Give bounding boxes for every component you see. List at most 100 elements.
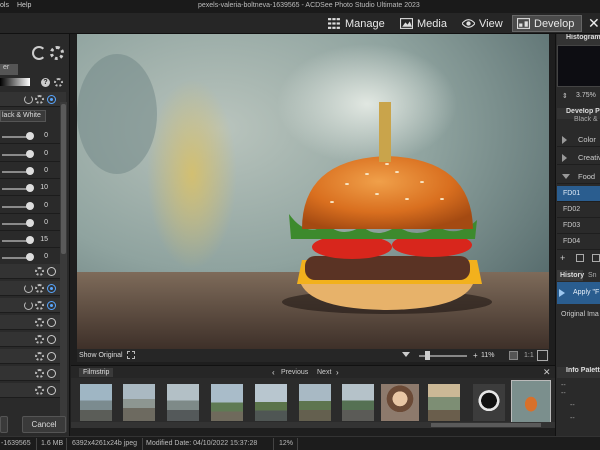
gear-icon[interactable] — [35, 352, 44, 361]
gear-icon[interactable] — [35, 335, 44, 344]
options-gear-icon[interactable] — [54, 78, 63, 87]
slider-value[interactable]: 0 — [34, 253, 48, 260]
black-white-preset-dropdown[interactable]: lack & White — [0, 110, 46, 122]
tab-left[interactable]: er — [0, 64, 18, 75]
toggle-icon[interactable] — [47, 369, 56, 378]
mode-manage-button[interactable]: Manage — [324, 15, 389, 32]
section-header-row[interactable] — [0, 92, 66, 107]
thumbnail[interactable] — [381, 384, 419, 421]
previous-arrow-icon[interactable]: ‹ — [272, 368, 275, 377]
slider-value[interactable]: 0 — [34, 150, 48, 157]
slider-value[interactable]: 0 — [34, 167, 48, 174]
slider-row[interactable]: 0 — [0, 147, 66, 162]
toggle-on-icon[interactable] — [47, 301, 56, 310]
thumbnail[interactable] — [299, 384, 331, 421]
thumbnail-selected[interactable] — [511, 380, 551, 424]
gear-icon[interactable] — [35, 284, 44, 293]
slider-row[interactable]: 0 — [0, 199, 66, 214]
next-button[interactable]: Next — [317, 369, 331, 376]
thumbnail[interactable] — [211, 384, 243, 421]
preset-fd02[interactable]: FD02 — [557, 202, 600, 218]
menu-tools[interactable]: ols — [0, 2, 9, 9]
slider-row[interactable]: 10 — [0, 181, 66, 196]
histogram-header[interactable]: Histogram — [557, 34, 600, 45]
main-image-view[interactable] — [77, 34, 549, 349]
slider-row[interactable]: 0 — [0, 250, 66, 265]
gear-icon[interactable] — [35, 369, 44, 378]
slider-knob[interactable] — [26, 253, 34, 261]
reset-icon[interactable] — [24, 284, 33, 293]
toggle-on-icon[interactable] — [47, 95, 56, 104]
fullscreen-icon[interactable] — [127, 351, 135, 359]
slider-value[interactable]: 10 — [34, 184, 48, 191]
done-button[interactable] — [0, 416, 8, 433]
history-original-item[interactable]: Original Ima — [561, 311, 599, 318]
filmstrip-scrollbar[interactable] — [71, 422, 555, 428]
toggle-on-icon[interactable] — [47, 284, 56, 293]
zoom-dropdown-icon[interactable] — [402, 352, 410, 357]
toggle-icon[interactable] — [47, 386, 56, 395]
mode-media-button[interactable]: Media — [396, 15, 451, 32]
gear-icon[interactable] — [35, 318, 44, 327]
thumbnail[interactable] — [428, 384, 460, 421]
thumbnail[interactable] — [255, 384, 287, 421]
toggle-icon[interactable] — [47, 335, 56, 344]
section-row[interactable] — [0, 349, 66, 364]
slider-row[interactable]: 0 — [0, 216, 66, 231]
gear-icon[interactable] — [35, 267, 44, 276]
section-row[interactable] — [0, 264, 66, 279]
scrollbar-thumb[interactable] — [431, 423, 541, 427]
slider-knob[interactable] — [26, 132, 34, 140]
export-preset-icon[interactable] — [592, 254, 600, 262]
toggle-icon[interactable] — [47, 267, 56, 276]
expand-arrow-icon[interactable] — [562, 154, 567, 162]
filmstrip-tab[interactable]: Filmstrip — [79, 368, 114, 377]
zoom-slider-knob[interactable] — [425, 351, 430, 360]
scrollbar-thumb[interactable] — [61, 104, 66, 254]
previous-button[interactable]: Previous — [281, 369, 308, 376]
menu-help[interactable]: Help — [17, 2, 31, 9]
tools-icon[interactable]: ✕ — [588, 16, 600, 30]
info-palette-header[interactable]: Info Palette — [557, 367, 600, 378]
thumbnail[interactable] — [473, 384, 505, 421]
section-row[interactable] — [0, 366, 66, 381]
slider-value[interactable]: 0 — [34, 132, 48, 139]
preset-category-food[interactable]: Food — [557, 169, 600, 184]
collapse-arrow-icon[interactable] — [562, 174, 570, 179]
gear-icon[interactable] — [35, 95, 44, 104]
preset-fd03[interactable]: FD03 — [557, 218, 600, 234]
next-arrow-icon[interactable]: › — [336, 368, 339, 377]
slider-row[interactable]: 0 — [0, 129, 66, 144]
show-original-button[interactable]: Show Original — [79, 352, 123, 359]
slider-row[interactable]: 15 — [0, 233, 66, 248]
expand-arrow-icon[interactable] — [562, 136, 567, 144]
slider-knob[interactable] — [26, 219, 34, 227]
slider-knob[interactable] — [26, 184, 34, 192]
thumbnail[interactable] — [167, 384, 199, 421]
tab-snapshots[interactable]: Sn — [586, 270, 600, 281]
preset-fd04[interactable]: FD04 — [557, 234, 600, 250]
close-icon[interactable]: ✕ — [543, 367, 551, 378]
section-row[interactable] — [0, 332, 66, 347]
preset-fd01[interactable]: FD01 — [557, 186, 600, 202]
slider-value[interactable]: 0 — [34, 219, 48, 226]
section-row[interactable] — [0, 315, 66, 330]
slider-knob[interactable] — [26, 150, 34, 158]
toggle-icon[interactable] — [47, 318, 56, 327]
preset-category-creative[interactable]: Creativ — [557, 150, 600, 165]
slider-knob[interactable] — [26, 236, 34, 244]
slider-knob[interactable] — [26, 202, 34, 210]
tab-history[interactable]: History — [557, 270, 584, 281]
toggle-icon[interactable] — [47, 352, 56, 361]
help-icon[interactable]: ? — [41, 78, 50, 87]
reset-icon[interactable] — [24, 95, 33, 104]
refresh-icon[interactable] — [32, 46, 46, 60]
section-row[interactable] — [0, 298, 66, 313]
add-preset-icon[interactable]: + — [560, 253, 565, 263]
section-row[interactable] — [0, 281, 66, 296]
cancel-button[interactable]: Cancel — [22, 416, 66, 433]
slider-value[interactable]: 0 — [34, 202, 48, 209]
thumbnail[interactable] — [123, 384, 155, 421]
thumbnail[interactable] — [80, 384, 112, 421]
settings-gear-icon[interactable] — [50, 46, 64, 60]
